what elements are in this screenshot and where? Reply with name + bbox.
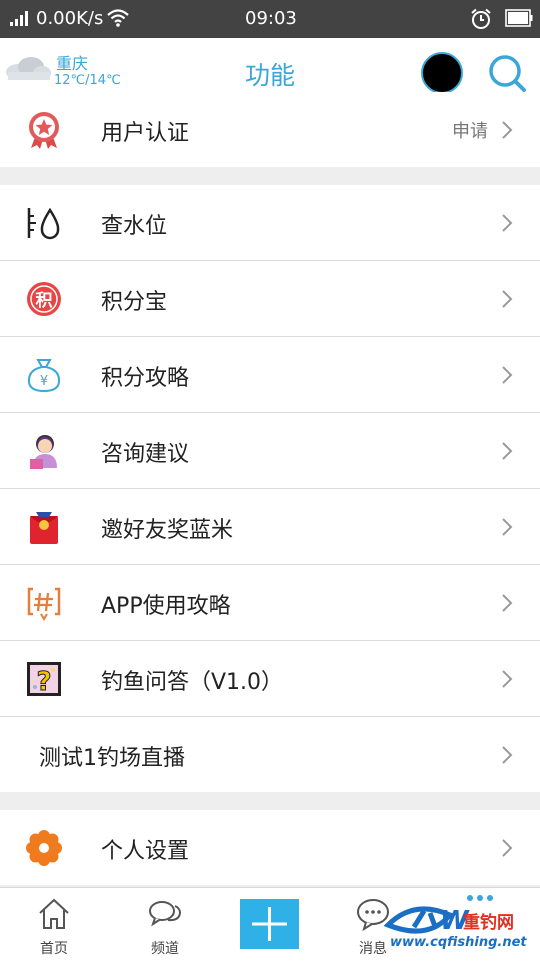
menu-label: 咨询建议 bbox=[101, 442, 190, 467]
plus-icon bbox=[252, 907, 287, 941]
points-badge-icon: 积 bbox=[27, 282, 61, 316]
menu-item-user-verification[interactable]: 用户认证 申请 bbox=[0, 92, 540, 167]
menu-item-check-water-level[interactable]: 查水位 bbox=[0, 185, 540, 261]
clock: 09:03 bbox=[245, 8, 297, 29]
question-icon: ? bbox=[27, 662, 61, 698]
battery-icon bbox=[505, 9, 533, 27]
menu-item-fishing-qa[interactable]: ? 钓鱼问答（V1.0） bbox=[0, 641, 540, 717]
award-star-icon bbox=[29, 112, 59, 149]
menu-group-settings: 个人设置 bbox=[0, 810, 540, 885]
menu-item-invite-friends[interactable]: 邀好友奖蓝米 bbox=[0, 489, 540, 565]
menu-label: 测试1钓场直播 bbox=[39, 746, 185, 771]
chevron-right-icon bbox=[502, 746, 513, 764]
menu-item-points-guide[interactable]: ¥ 积分攻略 bbox=[0, 337, 540, 413]
tab-label: 首页 bbox=[40, 941, 68, 957]
svg-text:¥: ¥ bbox=[40, 374, 48, 389]
chevron-right-icon bbox=[502, 214, 513, 232]
settings-flower-icon bbox=[26, 830, 62, 866]
menu-label: 个人设置 bbox=[101, 839, 190, 864]
menu-label: APP使用攻略 bbox=[101, 594, 231, 619]
menu-item-personal-settings[interactable]: 个人设置 bbox=[0, 810, 540, 885]
tab-label: 频道 bbox=[151, 941, 179, 957]
watermark-brand: 重钓网 bbox=[463, 913, 514, 933]
menu-item-points-treasure[interactable]: 积 积分宝 bbox=[0, 261, 540, 337]
chevron-right-icon bbox=[502, 290, 513, 308]
chevron-right-icon bbox=[502, 670, 513, 688]
alarm-icon bbox=[471, 8, 491, 29]
add-button[interactable] bbox=[240, 899, 299, 949]
svg-text:积: 积 bbox=[36, 291, 53, 311]
menu-group-verification: 用户认证 申请 bbox=[0, 92, 540, 167]
menu-item-consult-suggest[interactable]: 咨询建议 bbox=[0, 413, 540, 489]
home-icon bbox=[39, 898, 69, 929]
avatar[interactable] bbox=[421, 52, 463, 94]
search-icon[interactable] bbox=[487, 53, 527, 93]
chevron-right-icon bbox=[502, 366, 513, 384]
signal-icon bbox=[10, 11, 28, 26]
status-bar: 0.00K/s 09:03 bbox=[0, 0, 540, 38]
menu-item-app-guide[interactable]: APP使用攻略 bbox=[0, 565, 540, 641]
chevron-right-icon bbox=[502, 442, 513, 460]
menu-label: 邀好友奖蓝米 bbox=[101, 518, 234, 543]
money-bag-icon: ¥ bbox=[27, 359, 61, 393]
tab-home[interactable]: 首页 bbox=[9, 888, 99, 961]
chat-bubbles-icon bbox=[149, 901, 182, 927]
menu-label: 用户认证 bbox=[101, 121, 190, 146]
chevron-right-icon bbox=[502, 839, 513, 857]
chevron-right-icon bbox=[502, 121, 513, 139]
customer-service-icon bbox=[30, 435, 57, 469]
menu-label: 钓鱼问答（V1.0） bbox=[101, 670, 284, 695]
hashtag-icon bbox=[27, 587, 61, 621]
menu-group-features: 查水位 积 积分宝 ¥ 积分攻略 咨询建议 邀好友奖蓝米 APP使用攻略 ? 钓… bbox=[0, 185, 540, 792]
network-speed: 0.00K/s bbox=[36, 8, 104, 29]
menu-label: 积分攻略 bbox=[101, 366, 190, 391]
menu-item-test-live[interactable]: 测试1钓场直播 bbox=[0, 717, 540, 792]
tab-channel[interactable]: 频道 bbox=[120, 888, 210, 961]
chevron-right-icon bbox=[502, 594, 513, 612]
watermark-url: www.cqfishing.net bbox=[390, 935, 527, 950]
red-envelope-icon bbox=[30, 512, 58, 544]
svg-text:?: ? bbox=[36, 667, 51, 697]
menu-label: 积分宝 bbox=[101, 290, 168, 315]
water-level-icon bbox=[27, 207, 60, 240]
apply-link[interactable]: 申请 bbox=[452, 117, 488, 143]
wifi-icon bbox=[107, 9, 129, 27]
chevron-right-icon bbox=[502, 518, 513, 536]
menu-label: 查水位 bbox=[101, 214, 168, 239]
